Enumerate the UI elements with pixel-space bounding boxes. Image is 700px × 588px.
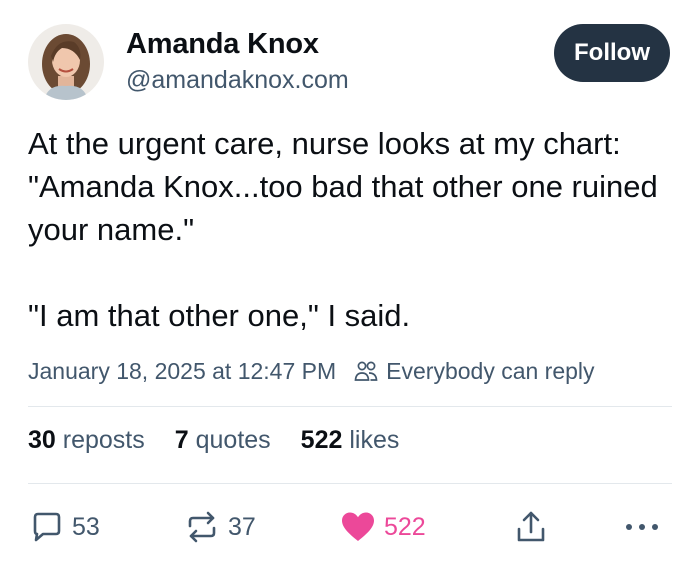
ellipsis-icon	[624, 522, 660, 532]
reply-setting[interactable]: Everybody can reply	[386, 358, 594, 385]
author-name[interactable]: Amanda Knox	[126, 28, 319, 61]
like-button[interactable]: 522	[340, 504, 426, 550]
post-text: At the urgent care, nurse looks at my ch…	[28, 122, 678, 337]
divider	[28, 483, 672, 484]
repost-arrows-icon	[184, 510, 220, 544]
repost-count: 37	[228, 512, 256, 541]
action-bar: 53 37 522	[0, 504, 700, 550]
author-avatar[interactable]	[28, 24, 104, 100]
follow-button[interactable]: Follow	[554, 24, 670, 82]
author-handle[interactable]: @amandaknox.com	[126, 66, 349, 95]
more-button[interactable]	[624, 504, 668, 550]
people-icon	[354, 360, 378, 382]
like-count: 522	[384, 512, 426, 541]
post-meta: January 18, 2025 at 12:47 PM Everybody c…	[28, 354, 595, 388]
share-upload-icon	[514, 509, 548, 545]
reposts-stat[interactable]: 30 reposts	[28, 426, 145, 455]
comment-bubble-icon	[30, 510, 64, 544]
post-paragraph: At the urgent care, nurse looks at my ch…	[28, 126, 658, 247]
post-card: Amanda Knox @amandaknox.com Follow At th…	[0, 0, 700, 588]
reply-button[interactable]: 53	[30, 504, 100, 550]
quotes-stat[interactable]: 7 quotes	[175, 426, 271, 455]
post-timestamp: January 18, 2025 at 12:47 PM	[28, 357, 337, 384]
engagement-stats: 30 reposts 7 quotes 522 likes	[28, 426, 429, 455]
repost-button[interactable]: 37	[184, 504, 256, 550]
heart-filled-icon	[340, 511, 376, 543]
likes-stat[interactable]: 522 likes	[301, 426, 400, 455]
reply-count: 53	[72, 512, 100, 541]
share-button[interactable]	[514, 504, 556, 550]
divider	[28, 406, 672, 407]
post-paragraph: "I am that other one," I said.	[28, 298, 411, 333]
